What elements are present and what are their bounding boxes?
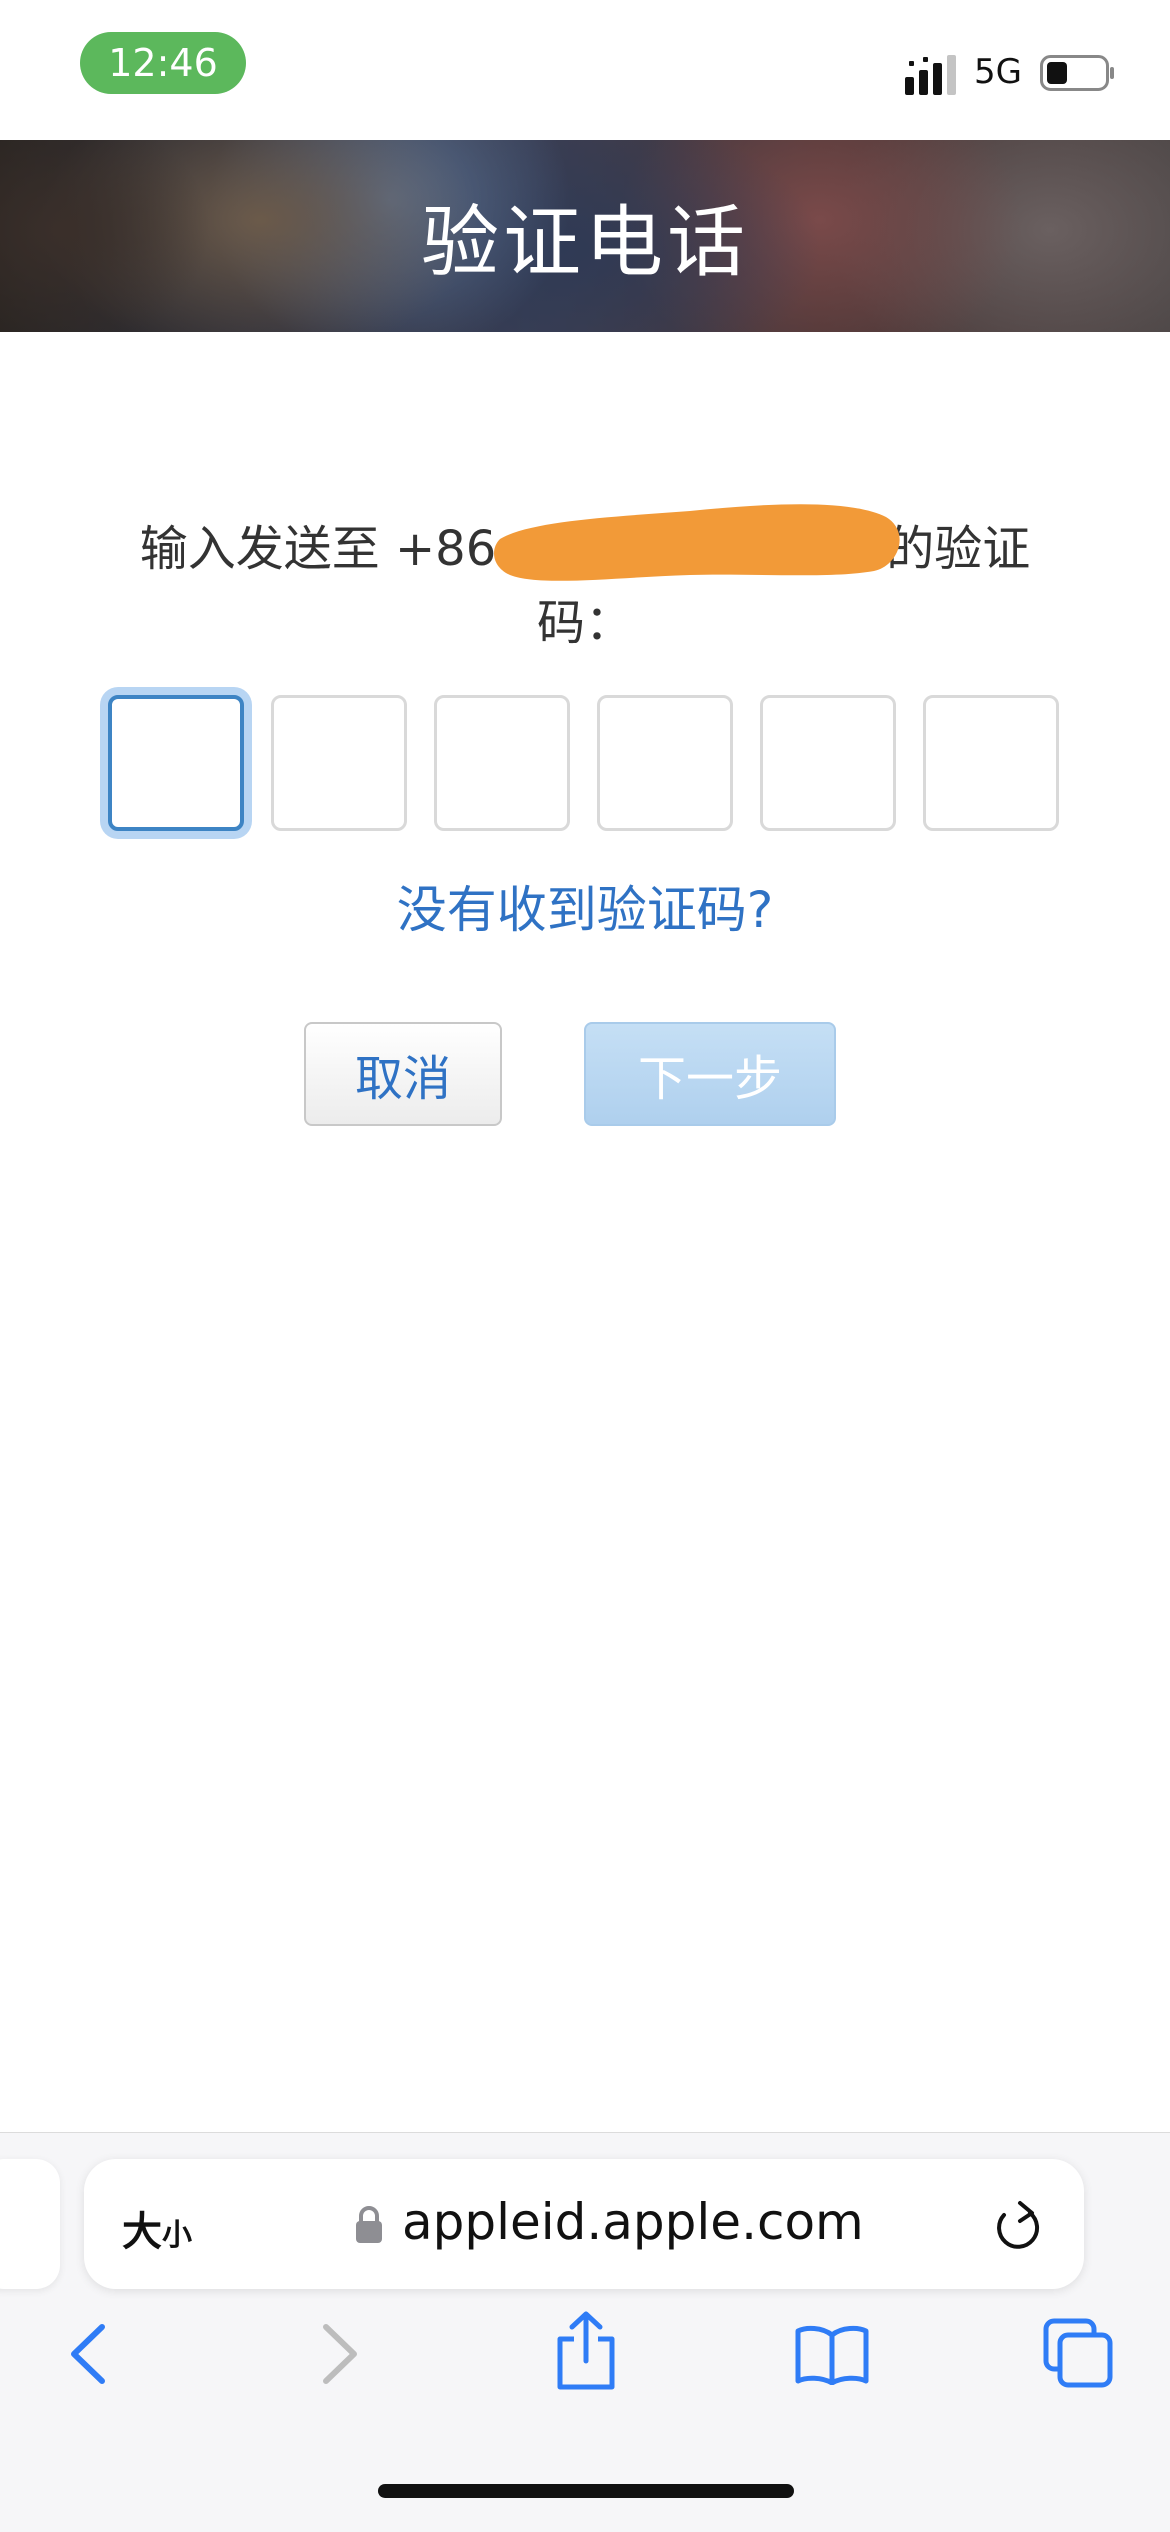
browser-toolbar: 大小 appleid.apple.com (0, 2132, 1170, 2532)
page: 12:46 5G 验证电话 输入发送至 +86 的验证码： 没有收到验证码? 取… (0, 0, 1170, 2532)
address-bar[interactable]: 大小 appleid.apple.com (84, 2159, 1084, 2289)
page-title: 验证电话 (420, 198, 749, 288)
forward-chevron-icon[interactable] (318, 2321, 362, 2387)
verification-code-inputs (108, 695, 1060, 831)
code-digit-6[interactable] (923, 695, 1059, 831)
instruction-prefix: 输入发送至 +86 (139, 521, 497, 577)
url-text[interactable]: appleid.apple.com (402, 2193, 864, 2251)
phone-number-redaction (494, 504, 900, 581)
share-icon[interactable] (550, 2311, 622, 2391)
cancel-button[interactable]: 取消 (304, 1022, 502, 1126)
reload-icon[interactable] (992, 2199, 1042, 2253)
battery-icon (1040, 55, 1114, 91)
code-digit-4[interactable] (597, 695, 733, 831)
home-indicator[interactable] (378, 2484, 794, 2498)
bookmarks-book-icon[interactable] (794, 2323, 870, 2385)
code-digit-3[interactable] (434, 695, 570, 831)
code-digit-5[interactable] (760, 695, 896, 831)
lock-icon (356, 2206, 382, 2243)
next-button[interactable]: 下一步 (584, 1022, 836, 1126)
text-size-button[interactable]: 大小 (122, 2199, 192, 2257)
back-chevron-icon[interactable] (66, 2321, 110, 2387)
network-type-label: 5G (974, 52, 1022, 92)
code-digit-1[interactable] (108, 695, 244, 831)
previous-tab-preview[interactable] (0, 2159, 60, 2289)
status-bar: 12:46 5G (0, 0, 1170, 140)
cellular-signal-icon (905, 55, 956, 95)
header-banner: 验证电话 (0, 140, 1170, 332)
code-digit-2[interactable] (271, 695, 407, 831)
resend-code-link[interactable]: 没有收到验证码? (0, 870, 1170, 942)
tabs-overview-icon[interactable] (1042, 2317, 1114, 2389)
status-time: 12:46 (80, 32, 246, 94)
